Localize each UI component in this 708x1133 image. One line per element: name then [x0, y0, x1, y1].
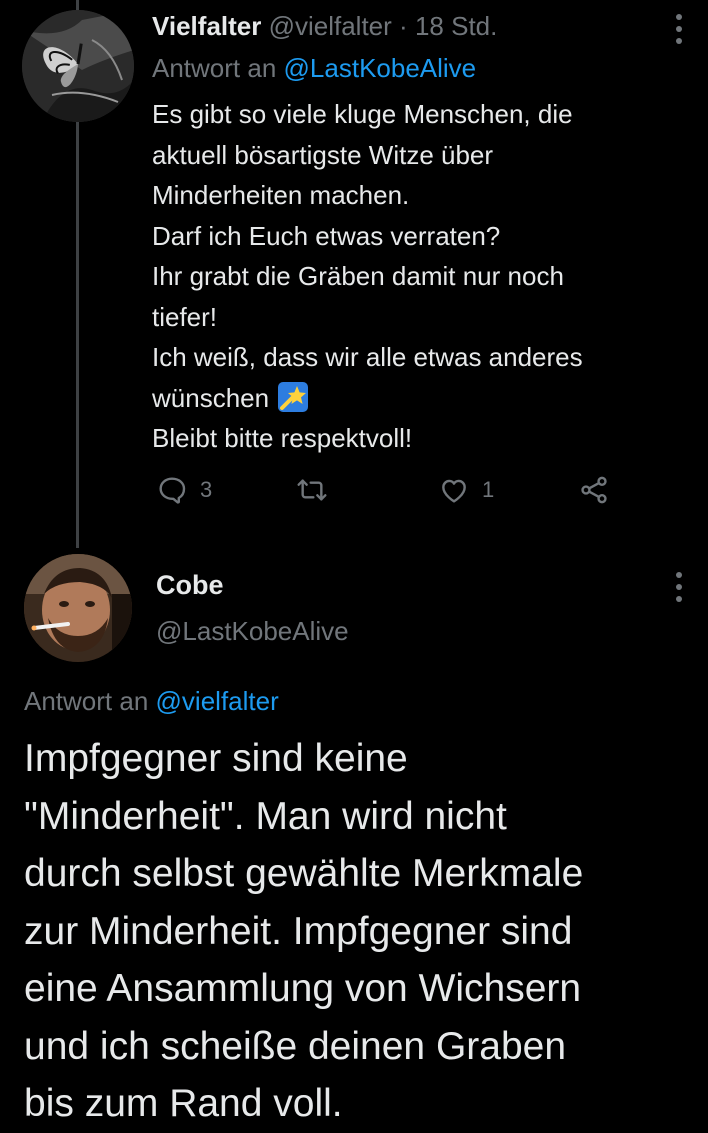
replying-to-label: Antwort an: [24, 686, 149, 716]
reply-tweet-header: Vielfalter @vielfalter · 18 Std.: [152, 8, 497, 44]
tweet-line-text: wünschen: [152, 382, 270, 413]
author-name[interactable]: Cobe: [156, 566, 224, 604]
tweet-line: "Minderheit". Man wird nicht: [24, 794, 507, 838]
tweet-timestamp[interactable]: 18 Std.: [415, 11, 497, 41]
avatar-vielfalter[interactable]: [22, 10, 134, 122]
like-action[interactable]: 1: [438, 470, 494, 510]
tweet-line: aktuell bösartigste Witze über: [152, 139, 494, 170]
reply-tweet-text: Es gibt so viele kluge Menschen, die akt…: [152, 94, 682, 459]
retweet-action[interactable]: [296, 470, 340, 510]
mention-link[interactable]: @vielfalter: [156, 686, 279, 716]
profile-photo: [24, 554, 132, 662]
tweet-line: Ich weiß, dass wir alle etwas anderes: [152, 342, 583, 372]
like-icon[interactable]: [438, 474, 470, 506]
tweet-line: tiefer!: [152, 301, 218, 332]
more-icon[interactable]: [674, 12, 684, 46]
author-name[interactable]: Vielfalter: [152, 11, 261, 41]
tweet-line: Es gibt so viele kluge Menschen, die: [152, 99, 573, 129]
tweet-actions-bar: 3 1: [152, 470, 632, 510]
author-handle[interactable]: @LastKobeAlive: [156, 612, 349, 650]
replying-to: Antwort an @vielfalter: [24, 682, 279, 720]
butterfly-avatar-image: [22, 10, 134, 122]
tweet-line-with-emoji: wünschen: [152, 378, 682, 419]
retweet-icon[interactable]: [296, 474, 328, 506]
reply-icon[interactable]: [156, 474, 188, 506]
separator-dot: ·: [399, 11, 408, 41]
tweet-line: Ihr grabt die Gräben damit nur noch: [152, 261, 564, 291]
tweet-line: eine Ansammlung von Wichsern: [24, 967, 582, 1010]
tweet-line: durch selbst gewählte Merkmale: [24, 852, 584, 895]
tweet-line: zur Minderheit. Impfgegner sind: [24, 909, 573, 953]
reply-action[interactable]: 3: [156, 470, 212, 510]
main-tweet-text: Impfgegner sind keine "Minderheit". Man …: [24, 730, 694, 1133]
tweet-line: Darf ich Euch etwas verraten?: [152, 220, 501, 251]
tweet-line: Impfgegner sind keine: [24, 737, 408, 780]
like-count: 1: [482, 477, 495, 502]
more-icon[interactable]: [674, 570, 684, 604]
share-action[interactable]: [578, 470, 610, 510]
avatar-cobe[interactable]: [24, 554, 132, 662]
tweet-line: bis zum Rand voll.: [24, 1082, 343, 1125]
author-handle[interactable]: @vielfalter: [269, 11, 392, 41]
tweet-line: Minderheiten machen.: [152, 180, 410, 210]
reply-count: 3: [200, 477, 213, 502]
share-icon[interactable]: [578, 474, 610, 506]
replying-to-label: Antwort an: [152, 53, 277, 83]
tweet-line: und ich scheiße deinen Graben: [24, 1024, 567, 1068]
replying-to: Antwort an @LastKobeAlive: [152, 50, 476, 86]
mention-link[interactable]: @LastKobeAlive: [284, 53, 477, 83]
shooting-star-emoji: [278, 381, 309, 412]
tweet-line: Bleibt bitte respektvoll!: [152, 423, 413, 453]
